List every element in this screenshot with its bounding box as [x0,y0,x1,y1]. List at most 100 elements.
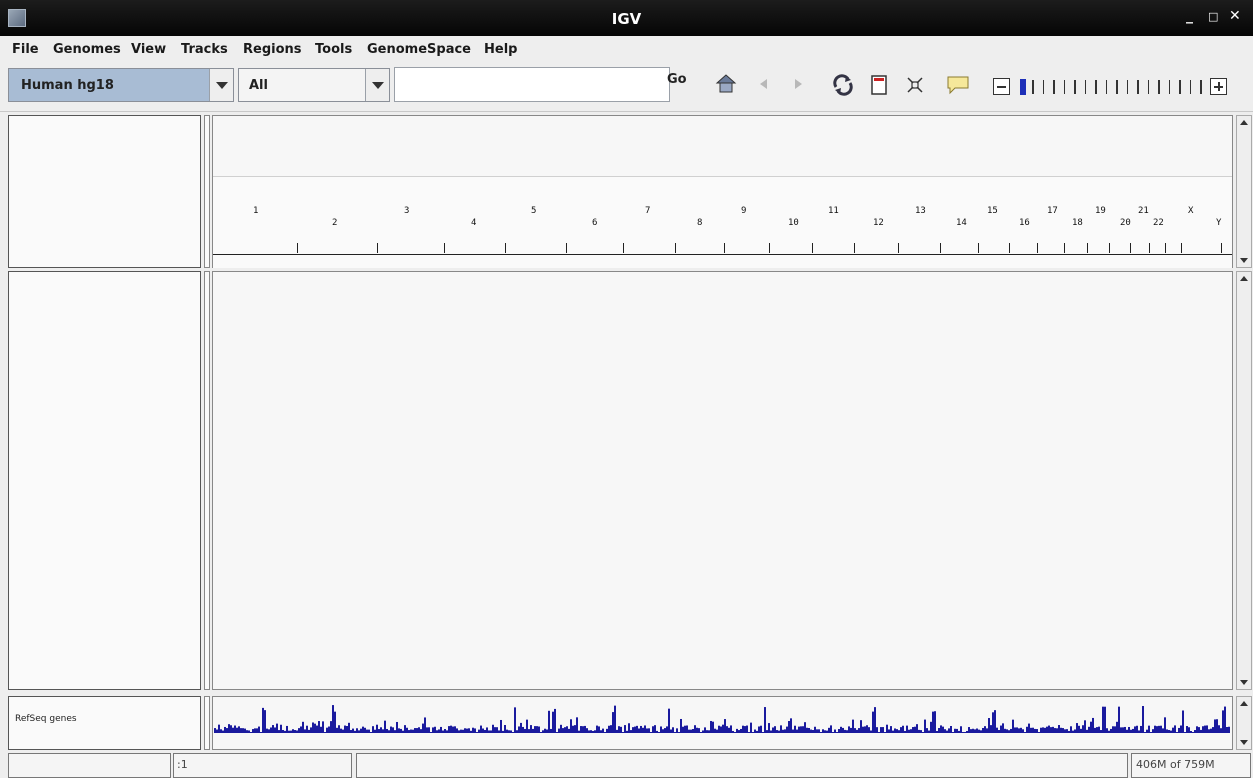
density-bar [314,723,316,733]
chromosome-label-20[interactable]: 20 [1120,218,1131,228]
menu-genomespace[interactable]: GenomeSpace [367,42,471,57]
zoom-tick[interactable] [1137,80,1139,94]
feature-scrollbar[interactable] [1236,696,1252,750]
chromosome-label-22[interactable]: 22 [1153,218,1164,228]
density-bar [678,732,680,733]
chromosome-label-15[interactable]: 15 [987,206,998,216]
zoom-tick[interactable] [1053,80,1055,94]
back-icon[interactable] [759,78,769,90]
chromosome-dropdown-button[interactable] [365,69,389,101]
chromosome-label-9[interactable]: 9 [741,206,746,216]
chromosome-ruler[interactable]: 1 2 3 4 5 6 7 8 9 10 11 12 13 14 15 16 17 18 19 20 21 22 X Y [213,176,1232,268]
data-scrollbar[interactable] [1236,271,1252,690]
scroll-up-icon[interactable] [1240,276,1248,281]
density-bar [1042,727,1044,733]
scroll-down-icon[interactable] [1240,680,1248,685]
refresh-icon[interactable] [832,74,854,96]
menu-file[interactable]: File [12,42,39,57]
density-bar [930,721,932,733]
refseq-track-name[interactable]: RefSeq genes [15,714,77,724]
chromosome-label-7[interactable]: 7 [645,206,650,216]
popup-info-icon[interactable] [946,75,970,95]
genome-dropdown[interactable]: Human hg18 [8,68,234,102]
chromosome-label-4[interactable]: 4 [471,218,476,228]
menu-view[interactable]: View [131,42,166,57]
density-bar [1152,729,1154,733]
scroll-down-icon[interactable] [1240,740,1248,745]
header-scrollbar[interactable] [1236,115,1252,268]
density-bar [578,730,580,733]
zoom-tick[interactable] [1095,80,1097,94]
chromosome-label-5[interactable]: 5 [531,206,536,216]
density-bar [1030,727,1032,733]
chromosome-label-21[interactable]: 21 [1138,206,1149,216]
chromosome-label-18[interactable]: 18 [1072,218,1083,228]
zoom-tick[interactable] [1168,80,1170,94]
zoom-tick[interactable] [1200,80,1202,94]
zoom-tick[interactable] [1032,80,1034,94]
chromosome-label-13[interactable]: 13 [915,206,926,216]
refseq-density-track[interactable] [213,697,1232,749]
density-bar [634,726,636,733]
chromosome-label-11[interactable]: 11 [828,206,839,216]
home-icon[interactable] [715,73,737,95]
zoom-tick[interactable] [1147,80,1149,94]
scroll-up-icon[interactable] [1240,701,1248,706]
zoom-out-button[interactable] [993,78,1010,95]
chromosome-label-3[interactable]: 3 [404,206,409,216]
chromosome-label-1[interactable]: 1 [253,206,258,216]
zoom-tick[interactable] [1105,80,1107,94]
zoom-tick[interactable] [1179,80,1181,94]
zoom-slider[interactable] [1020,79,1206,95]
zoom-tick[interactable] [1116,80,1118,94]
chromosome-label-2[interactable]: 2 [332,218,337,228]
zoom-level-indicator[interactable] [1020,79,1026,95]
menu-tracks[interactable]: Tracks [181,42,228,57]
zoom-in-button[interactable] [1210,78,1227,95]
zoom-tick[interactable] [1042,80,1044,94]
menu-genomes[interactable]: Genomes [53,42,121,57]
chromosome-label-12[interactable]: 12 [873,218,884,228]
density-bar [676,728,678,733]
scroll-down-icon[interactable] [1240,258,1248,263]
menu-help[interactable]: Help [484,42,517,57]
chromosome-label-10[interactable]: 10 [788,218,799,228]
forward-icon[interactable] [793,78,803,90]
genome-dropdown-button[interactable] [209,69,233,101]
close-icon[interactable]: ✕ [1229,8,1241,24]
go-button[interactable]: Go [667,72,687,87]
density-bar [504,725,506,733]
chromosome-label-14[interactable]: 14 [956,218,967,228]
chromosome-label-X[interactable]: X [1188,206,1193,216]
minimize-icon[interactable]: _ [1186,8,1193,24]
data-panel[interactable] [212,271,1233,690]
menu-regions[interactable]: Regions [243,42,302,57]
menu-tools[interactable]: Tools [315,42,352,57]
scroll-up-icon[interactable] [1240,120,1248,125]
zoom-tick[interactable] [1074,80,1076,94]
zoom-tick[interactable] [1158,80,1160,94]
zoom-tick[interactable] [1126,80,1128,94]
zoom-tick[interactable] [1084,80,1086,94]
chromosome-label-19[interactable]: 19 [1095,206,1106,216]
chromosome-boundary-tick [1221,243,1222,253]
chromosome-label-16[interactable]: 16 [1019,218,1030,228]
zoom-tick[interactable] [1063,80,1065,94]
feature-panel[interactable] [212,696,1233,750]
density-bar [1226,727,1228,733]
density-bar [588,730,590,733]
locus-search-input[interactable] [394,67,670,102]
chromosome-label-17[interactable]: 17 [1047,206,1058,216]
maximize-icon[interactable]: □ [1208,10,1218,23]
chromosome-label-6[interactable]: 6 [592,218,597,228]
density-bar [368,729,370,733]
chromosome-label-8[interactable]: 8 [697,218,702,228]
chromosome-dropdown[interactable]: All [238,68,390,102]
density-bar [688,729,690,733]
chromosome-label-Y[interactable]: Y [1216,218,1221,228]
zoom-tick[interactable] [1189,80,1191,94]
density-bar [646,728,648,733]
resize-to-window-icon[interactable] [906,76,924,94]
density-bar [490,730,492,733]
region-of-interest-icon[interactable] [870,74,888,96]
